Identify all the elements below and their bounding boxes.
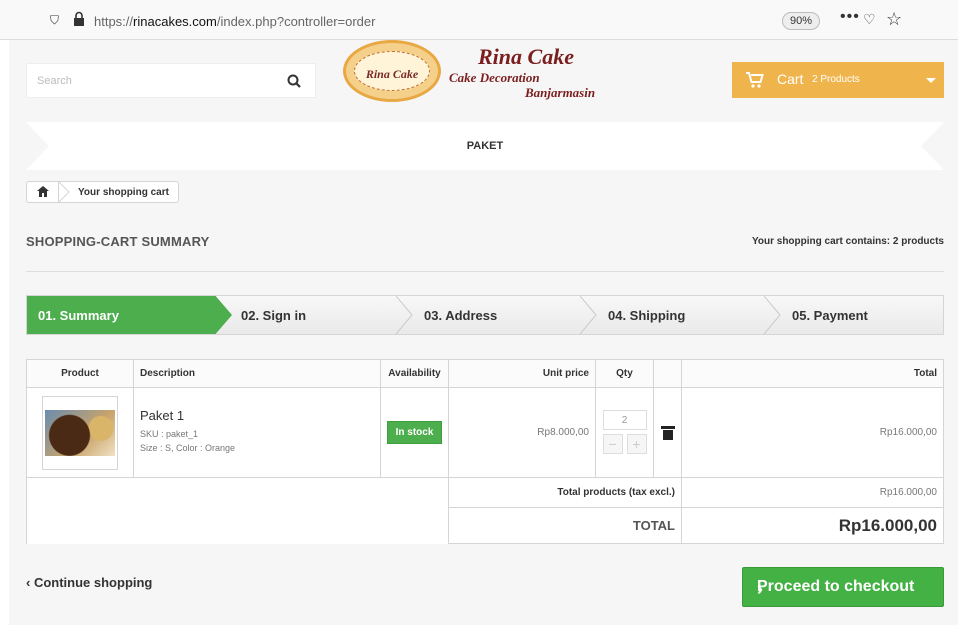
search-input[interactable] (27, 64, 267, 97)
brand-tagline: Cake Decoration (449, 70, 540, 85)
breadcrumb-current: Your shopping cart (78, 187, 169, 198)
step-label: 02. Sign in (241, 308, 307, 323)
breadcrumb-home[interactable] (27, 182, 59, 202)
bookmark-star-icon[interactable]: ☆ (886, 9, 902, 30)
cart-summary-count: Your shopping cart contains: 2 products (751, 236, 944, 247)
cart-table: Product Description Availability Unit pr… (26, 359, 944, 544)
zoom-level[interactable]: 90% (782, 12, 821, 30)
step-separator (764, 296, 781, 334)
cart-button[interactable]: Cart 2 Products (732, 62, 944, 98)
chevron-down-icon (926, 78, 936, 83)
product-image-cell (26, 387, 134, 478)
col-description: Description (133, 359, 381, 388)
empty-cell (26, 477, 449, 544)
search-box (26, 63, 316, 98)
product-attributes: Size : S, Color : Orange (140, 443, 236, 453)
trash-icon[interactable] (660, 425, 675, 440)
url-prefix: https:// (94, 14, 134, 29)
trash-body (662, 429, 673, 440)
divider (26, 271, 944, 272)
decrease-qty-button[interactable]: − (602, 433, 623, 454)
breadcrumb-separator (59, 182, 70, 202)
row-total: Rp16.000,00 (681, 387, 944, 478)
url-path: /index.php?controller=order (216, 14, 376, 29)
product-image[interactable] (42, 395, 118, 470)
breadcrumb: Your shopping cart (26, 181, 179, 203)
cart-label: Cart (777, 71, 804, 87)
col-availability: Availability (380, 359, 449, 388)
step-separator (396, 296, 413, 334)
chevron-right-icon: › (757, 579, 763, 599)
product-description: Paket 1 SKU : paket_1 Size : S, Color : … (133, 387, 381, 478)
quantity-stepper: 2 − + (602, 409, 647, 456)
product-name[interactable]: Paket 1 (140, 408, 374, 423)
home-icon (37, 186, 49, 197)
page-title: SHOPPING-CART SUMMARY (26, 234, 210, 249)
banner-title: PAKET (466, 140, 504, 152)
step-separator (580, 296, 597, 334)
url-field[interactable]: https://rinacakes.com/index.php?controll… (94, 14, 375, 29)
col-qty: Qty (595, 359, 654, 388)
col-unit-price: Unit price (448, 359, 596, 388)
col-product: Product (26, 359, 134, 388)
total-products-value: Rp16.000,00 (681, 477, 944, 508)
step-payment[interactable]: 05. Payment (782, 296, 943, 334)
url-host: rinacakes.com (133, 14, 217, 29)
product-photo (45, 409, 115, 456)
product-sku: SKU : paket_1 (140, 429, 199, 439)
quantity-input[interactable]: 2 (602, 409, 647, 430)
table-row: Paket 1 SKU : paket_1 Size : S, Color : … (26, 387, 944, 478)
total-value: Rp16.000,00 (681, 507, 944, 544)
step-label: 03. Address (424, 308, 498, 323)
search-icon[interactable] (287, 74, 301, 88)
cart-count: 2 Products (812, 74, 860, 85)
cart-icon (746, 72, 764, 88)
logo-text: Rina Cake (365, 67, 419, 81)
site-logo[interactable]: Rina Cake (343, 40, 441, 102)
total-label: TOTAL (448, 507, 682, 544)
step-summary[interactable]: 01. Summary (27, 296, 232, 334)
shield-icon[interactable]: ⛉ (50, 13, 59, 28)
browser-address-bar: ⛉ https://rinacakes.com/index.php?contro… (0, 0, 958, 40)
qty-cell: 2 − + (595, 387, 654, 478)
unit-price: Rp8.000,00 (448, 387, 596, 478)
continue-shopping-label: Continue shopping (33, 575, 153, 590)
category-banner: PAKET (26, 122, 944, 170)
proceed-to-checkout-button[interactable]: Proceed to checkout › (742, 567, 944, 607)
increase-qty-button[interactable]: + (626, 433, 647, 454)
availability-cell: In stock (380, 387, 449, 478)
step-label: 05. Payment (792, 308, 868, 323)
brand-name: Rina Cake (478, 44, 574, 69)
col-total: Total (681, 359, 944, 388)
step-label: 01. Summary (38, 308, 119, 323)
more-icon[interactable]: ••• (840, 8, 860, 26)
brand-city: Banjarmasin (525, 85, 596, 100)
lock-icon (74, 11, 84, 26)
continue-shopping-link[interactable]: ‹ Continue shopping (26, 575, 152, 590)
col-delete (653, 359, 682, 388)
checkout-steps: 01. Summary 02. Sign in 03. Address 04. … (26, 295, 944, 335)
step-sign-in[interactable]: 02. Sign in (232, 296, 415, 334)
total-products-row: Total products (tax excl.) Rp16.000,00 (26, 477, 944, 544)
step-address[interactable]: 03. Address (415, 296, 598, 334)
step-label: 04. Shipping (608, 308, 686, 323)
trash-lid (660, 425, 675, 429)
page: Rina Cake Rina Cake Cake Decoration Banj… (9, 40, 958, 625)
step-shipping[interactable]: 04. Shipping (598, 296, 781, 334)
table-header-row: Product Description Availability Unit pr… (26, 359, 944, 388)
status-badge: In stock (386, 421, 443, 444)
chevron-left-icon: ‹ (26, 575, 34, 590)
delete-cell (653, 387, 682, 478)
total-products-label: Total products (tax excl.) (448, 477, 682, 508)
pocket-icon[interactable]: ♡ (863, 11, 876, 28)
brand-wordmark: Rina Cake Cake Decoration Banjarmasin (449, 42, 609, 102)
